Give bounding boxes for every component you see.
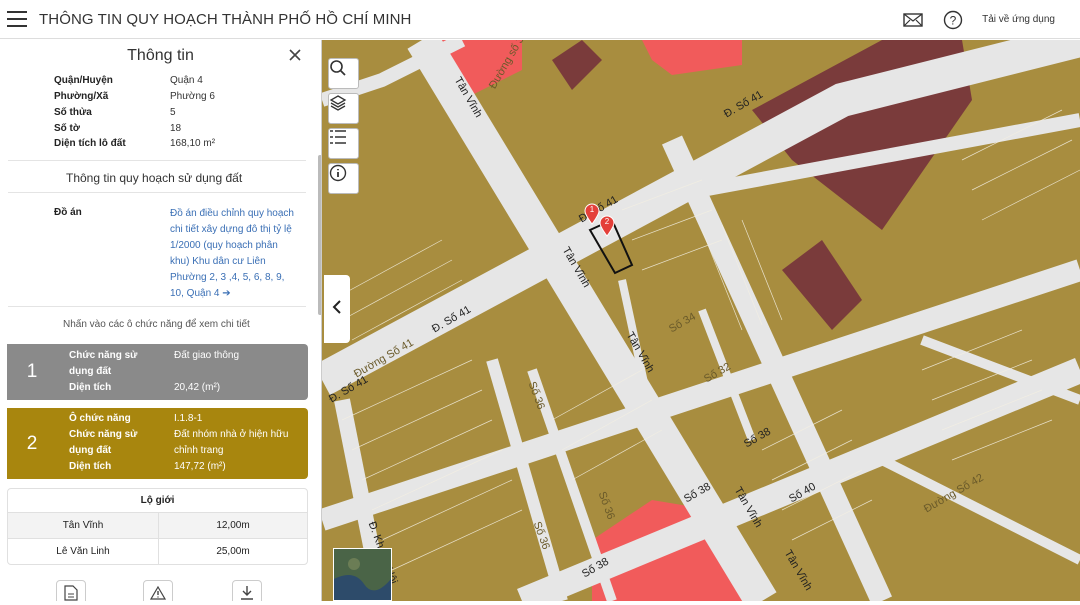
street-name: Lê Văn Linh: [56, 546, 110, 557]
top-bar: THÔNG TIN QUY HOẠCH THÀNH PHỐ HỒ CHÍ MIN…: [0, 0, 1080, 39]
legend-button[interactable]: [328, 128, 359, 159]
zone-key: Diện tích: [69, 382, 112, 393]
info-panel: Thông tin Quận/Huyện Quận 4 Phường/Xã Ph…: [0, 40, 322, 601]
zone-value: I.1.8-1: [174, 413, 203, 424]
mail-icon[interactable]: [902, 9, 924, 31]
download-app-link[interactable]: Tải về ứng dụng: [982, 14, 1055, 25]
panel-title: Thông tin: [127, 47, 194, 64]
road-width-table: Lộ giới Tân Vĩnh 12,00m Lê Văn Linh 25,0…: [7, 488, 308, 565]
collapse-panel-button[interactable]: [324, 275, 350, 343]
zone-card-2[interactable]: 2 Ô chức năng I.1.8-1 Chức năng sử dụng …: [7, 408, 308, 479]
map-marker-2[interactable]: 2: [599, 215, 615, 237]
zone-number: 2: [7, 408, 57, 479]
section-title: Thông tin quy hoạch sử dụng đất: [66, 171, 243, 185]
zone-value: Đất nhóm nhà ở hiện hữu chỉnh trang: [174, 429, 289, 456]
menu-icon[interactable]: [7, 11, 27, 27]
zone-value: Đất giao thông: [174, 350, 240, 361]
zone-key: Diện tích: [69, 461, 112, 472]
parcel-value: 18: [170, 123, 182, 134]
pdf-icon[interactable]: [56, 580, 86, 601]
street-width: 25,00m: [158, 539, 307, 564]
divider: [8, 160, 306, 161]
map-search-button[interactable]: [328, 58, 359, 89]
close-icon[interactable]: [287, 47, 303, 63]
zone-value: 147,72 (m²): [174, 461, 226, 472]
layers-button[interactable]: [328, 93, 359, 124]
info-button[interactable]: [328, 163, 359, 194]
zone-key: Chức năng sử dụng đất: [69, 350, 138, 377]
marker-label: 2: [604, 217, 610, 226]
download-icon[interactable]: [232, 580, 262, 601]
doan-key: Đồ án: [54, 207, 82, 218]
chevron-left-icon: [332, 299, 342, 320]
marker-label: 1: [589, 205, 595, 214]
parcel-key: Số tờ: [54, 123, 80, 134]
parcel-value: Phường 6: [170, 91, 215, 102]
parcel-key: Quận/Huyện: [54, 75, 113, 86]
street-name: Tân Vĩnh: [62, 520, 104, 531]
divider: [8, 192, 306, 193]
bottom-actions: [0, 576, 321, 601]
table-row: Lê Văn Linh 25,00m: [8, 538, 307, 564]
zone-key: Chức năng sử dụng đất: [69, 429, 138, 456]
panel-header: Thông tin: [0, 40, 321, 72]
satellite-thumbnail[interactable]: [333, 548, 392, 601]
road-width-title: Lộ giới: [140, 494, 175, 506]
zone-number: 1: [7, 344, 57, 400]
table-row: Tân Vĩnh 12,00m: [8, 512, 307, 538]
parcel-value: Quận 4: [170, 75, 203, 86]
street-width: 12,00m: [158, 513, 307, 538]
doan-link[interactable]: Đồ án điều chỉnh quy hoạch chi tiết xây …: [170, 206, 300, 302]
help-icon[interactable]: ?: [942, 9, 964, 31]
app-title: THÔNG TIN QUY HOẠCH THÀNH PHỐ HỒ CHÍ MIN…: [39, 10, 412, 28]
svg-text:?: ?: [950, 13, 957, 27]
parcel-key: Diện tích lô đất: [54, 138, 126, 149]
divider: [8, 306, 306, 307]
warning-icon[interactable]: [143, 580, 173, 601]
zone-key: Ô chức năng: [69, 413, 131, 424]
zone-card-1[interactable]: 1 Chức năng sử dụng đất Đất giao thông D…: [7, 344, 308, 400]
map-view[interactable]: Tân Vĩnh Đ. Số 41 Đ. Số 41 Đ. Số 41 Tân …: [322, 40, 1080, 601]
top-right-actions: ? Tải về ứng dụng: [902, 0, 1080, 39]
parcel-value: 5: [170, 107, 176, 118]
parcel-value: 168,10 m²: [170, 138, 216, 149]
parcel-key: Số thửa: [54, 107, 92, 118]
hint-text: Nhấn vào các ô chức năng để xem chi tiết: [63, 319, 250, 330]
map-marker-1[interactable]: 1: [584, 203, 600, 225]
parcel-key: Phường/Xã: [54, 91, 109, 102]
zone-value: 20,42 (m²): [174, 382, 221, 393]
